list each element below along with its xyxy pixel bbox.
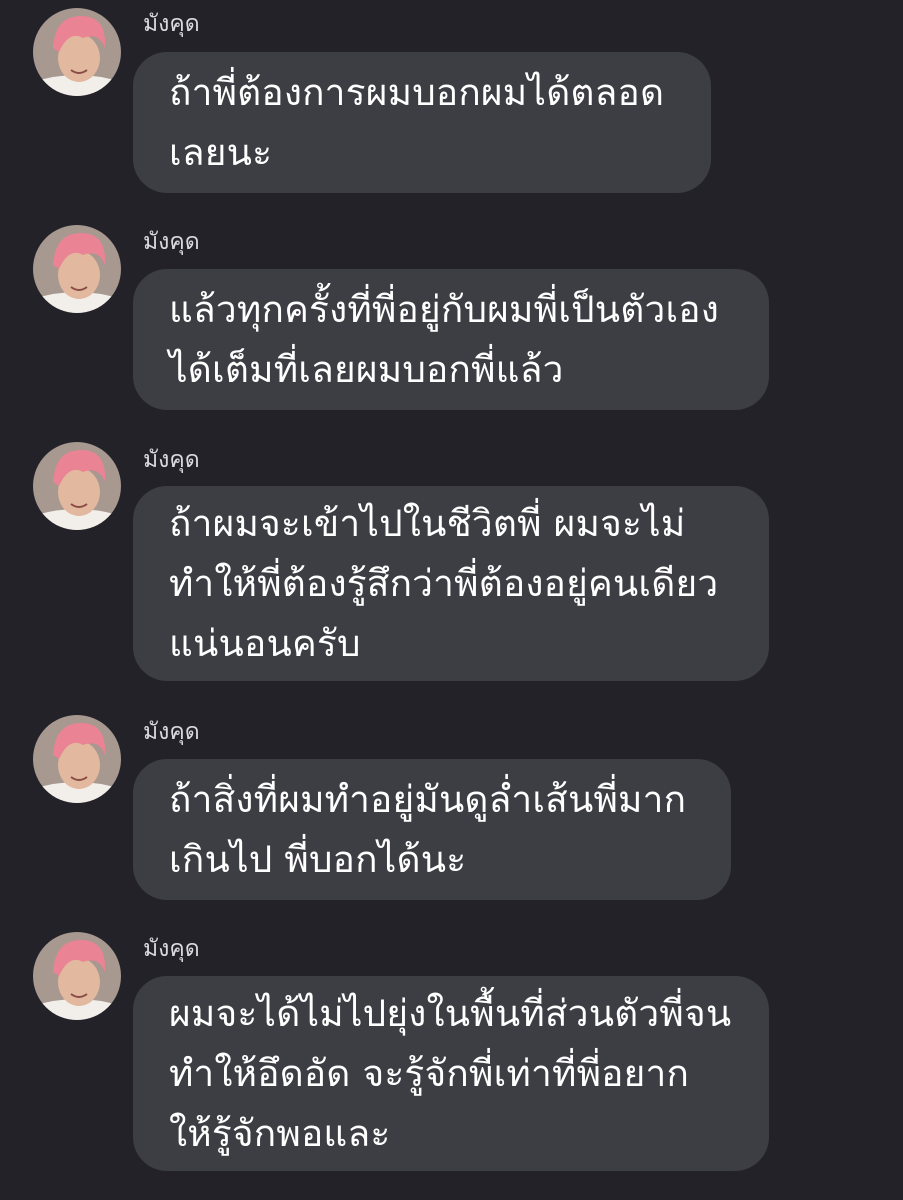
sender-name: มังคุด [143,936,200,962]
sender-avatar[interactable] [33,225,121,313]
message-bubble[interactable]: ผมจะได้ไม่ไปยุ่งในพื้นที่ส่วนตัวพี่จน ทำ… [133,976,769,1171]
sender-avatar[interactable] [33,715,121,803]
message-bubble[interactable]: ถ้าผมจะเข้าไปในชีวิตพี่ ผมจะไม่ ทำให้พี่… [133,486,769,681]
message-text: ผมจะได้ไม่ไปยุ่งในพื้นที่ส่วนตัวพี่จน ทำ… [169,991,732,1155]
profile-photo-icon [33,442,121,530]
sender-name: มังคุด [143,719,200,745]
sender-avatar[interactable] [33,932,121,1020]
profile-photo-icon [33,225,121,313]
sender-avatar[interactable] [33,8,121,96]
chat-thread: มังคุด ถ้าพี่ต้องการผมบอกผมได้ตลอด เลยนะ… [0,0,903,1200]
sender-name: มังคุด [143,447,200,473]
sender-name: มังคุด [143,229,200,255]
message-bubble[interactable]: ถ้าพี่ต้องการผมบอกผมได้ตลอด เลยนะ [133,52,711,193]
message-bubble[interactable]: ถ้าสิ่งที่ผมทำอยู่มันดูล่ำเส้นพี่มาก เกิ… [133,759,731,900]
profile-photo-icon [33,715,121,803]
message-text: แล้วทุกครั้งที่พี่อยู่กับผมพี่เป็นตัวเอง… [169,287,719,391]
message-text: ถ้าผมจะเข้าไปในชีวิตพี่ ผมจะไม่ ทำให้พี่… [169,501,719,665]
sender-avatar[interactable] [33,442,121,530]
message-text: ถ้าสิ่งที่ผมทำอยู่มันดูล่ำเส้นพี่มาก เกิ… [169,777,687,881]
profile-photo-icon [33,8,121,96]
profile-photo-icon [33,932,121,1020]
message-text: ถ้าพี่ต้องการผมบอกผมได้ตลอด เลยนะ [169,70,665,174]
message-bubble[interactable]: แล้วทุกครั้งที่พี่อยู่กับผมพี่เป็นตัวเอง… [133,269,769,410]
sender-name: มังคุด [143,11,200,37]
